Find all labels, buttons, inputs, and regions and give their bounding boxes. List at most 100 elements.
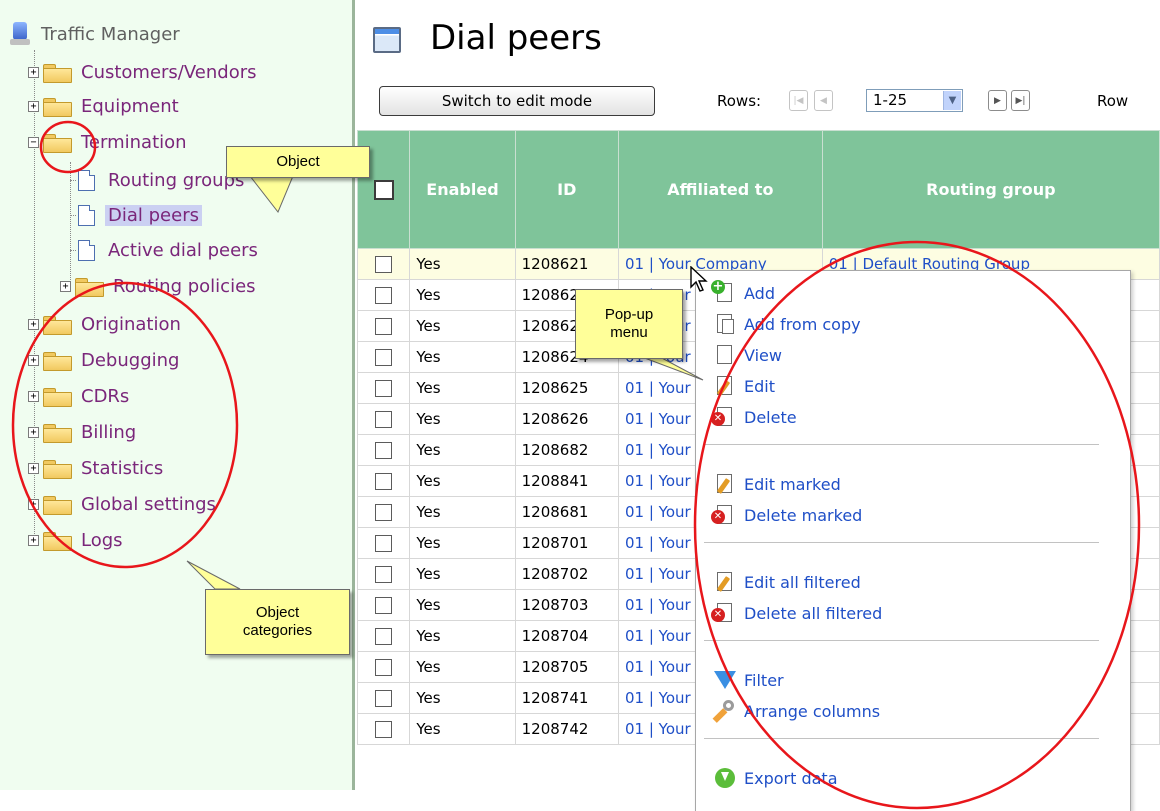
enabled-cell: Yes	[409, 465, 516, 497]
tree-item-debugging[interactable]: + Debugging	[28, 346, 182, 374]
mouse-cursor-icon	[690, 266, 708, 292]
row-checkbox[interactable]	[375, 690, 393, 707]
enabled-cell: Yes	[409, 310, 516, 342]
tree-item-active-dial-peers[interactable]: Active dial peers	[70, 236, 261, 264]
first-page-icon[interactable]: |◀	[789, 90, 808, 111]
row-checkbox[interactable]	[375, 535, 393, 552]
row-checkbox[interactable]	[375, 287, 393, 304]
filter-icon	[714, 671, 736, 689]
folder-icon	[42, 458, 72, 479]
menu-separator	[704, 738, 1099, 739]
rows-range-value: 1-25	[873, 91, 908, 109]
chevron-down-icon[interactable]: ▼	[943, 91, 961, 110]
tree-item-global-settings[interactable]: + Global settings	[28, 490, 219, 518]
tree-item-billing[interactable]: + Billing	[28, 418, 139, 446]
row-checkbox[interactable]	[375, 628, 393, 645]
row-checkbox-cell	[356, 558, 411, 590]
row-checkbox[interactable]	[375, 659, 393, 676]
tree-item-statistics[interactable]: + Statistics	[28, 454, 166, 482]
expand-icon[interactable]: +	[28, 354, 39, 366]
enabled-cell: Yes	[409, 651, 516, 683]
rows-label: Rows:	[717, 92, 762, 110]
column-header[interactable]: Routing group	[821, 130, 1160, 249]
menu-separator	[704, 640, 1099, 641]
menu-item-add-from-copy[interactable]: Add from copy	[714, 310, 861, 338]
switch-edit-mode-button[interactable]: Switch to edit mode	[379, 86, 655, 116]
collapse-icon[interactable]: −	[28, 136, 39, 148]
rows-range-select[interactable]: 1-25 ▼	[866, 89, 963, 112]
menu-item-delete-marked[interactable]: Delete marked	[711, 501, 863, 529]
row-checkbox[interactable]	[375, 597, 393, 614]
expand-icon[interactable]: +	[28, 462, 39, 474]
previous-page-icon[interactable]: ◀	[814, 90, 833, 111]
menu-item-delete-all-filtered[interactable]: Delete all filtered	[711, 599, 882, 627]
tree-item-cdrs[interactable]: + CDRs	[28, 382, 132, 410]
page-icon	[78, 239, 95, 261]
expand-icon[interactable]: +	[28, 534, 39, 546]
tree-root-traffic-manager[interactable]: Traffic Manager	[10, 20, 183, 48]
row-checkbox-cell	[356, 434, 411, 466]
id-cell: 1208705	[514, 651, 619, 683]
menu-item-export-data[interactable]: Export data	[714, 764, 838, 792]
row-checkbox[interactable]	[375, 566, 393, 583]
id-cell: 1208704	[514, 620, 619, 652]
tree-item-label: Global settings	[81, 493, 216, 515]
add-icon	[711, 280, 736, 304]
expand-icon[interactable]: +	[28, 66, 39, 78]
tree-item-label: Customers/Vendors	[81, 61, 257, 83]
tree-item-logs[interactable]: + Logs	[28, 526, 126, 554]
menu-item-edit-marked[interactable]: Edit marked	[714, 470, 841, 498]
enabled-cell: Yes	[409, 558, 516, 590]
menu-item-filter[interactable]: Filter	[714, 666, 784, 694]
tree-item-label: Billing	[81, 421, 137, 443]
tree-item-customers-vendors[interactable]: + Customers/Vendors	[28, 58, 260, 86]
last-page-icon[interactable]: ▶|	[1011, 90, 1030, 111]
tree-item-label: Dial peers	[105, 204, 202, 226]
row-checkbox[interactable]	[375, 411, 393, 428]
menu-item-edit[interactable]: Edit	[714, 372, 775, 400]
expand-icon[interactable]: +	[28, 318, 39, 330]
row-checkbox[interactable]	[375, 380, 393, 397]
export-icon	[714, 767, 736, 789]
tree-item-routing-policies[interactable]: + Routing policies	[60, 272, 259, 300]
tree-item-termination[interactable]: − Termination	[28, 128, 190, 156]
tree-item-label: Logs	[81, 529, 123, 551]
expand-icon[interactable]: +	[28, 390, 39, 402]
menu-item-label: Filter	[744, 670, 784, 690]
expand-icon[interactable]: +	[28, 426, 39, 438]
column-header[interactable]: Enabled	[409, 130, 516, 249]
row-checkbox[interactable]	[375, 473, 393, 490]
expand-icon[interactable]: +	[60, 280, 71, 292]
tree-item-origination[interactable]: + Origination	[28, 310, 184, 338]
menu-item-add[interactable]: Add	[711, 279, 775, 307]
enabled-cell: Yes	[409, 403, 516, 435]
enabled-cell: Yes	[409, 713, 516, 745]
row-checkbox[interactable]	[375, 721, 393, 738]
expand-icon[interactable]: +	[28, 100, 39, 112]
row-checkbox[interactable]	[375, 349, 393, 366]
context-menu: Add Add from copy View Edit Delete Edit marke…	[695, 270, 1131, 811]
row-checkbox[interactable]	[375, 318, 393, 335]
menu-separator	[704, 542, 1099, 543]
menu-item-view[interactable]: View	[714, 341, 782, 369]
menu-item-edit-all-filtered[interactable]: Edit all filtered	[714, 568, 861, 596]
row-checkbox-cell	[356, 279, 411, 311]
column-header[interactable]: Affiliated to	[617, 130, 823, 249]
enabled-cell: Yes	[409, 496, 516, 528]
row-checkbox[interactable]	[375, 442, 393, 459]
row-checkbox[interactable]	[375, 256, 393, 273]
view-icon	[714, 344, 736, 366]
expand-icon[interactable]: +	[28, 498, 39, 510]
row-checkbox[interactable]	[375, 504, 393, 521]
menu-item-label: Delete marked	[744, 505, 863, 525]
select-all-checkbox[interactable]	[373, 179, 394, 200]
next-page-icon[interactable]: ▶	[988, 90, 1007, 111]
menu-item-arrange-columns[interactable]: Arrange columns	[714, 697, 880, 725]
tree-item-dial-peers[interactable]: Dial peers	[70, 201, 202, 229]
menu-item-delete[interactable]: Delete	[711, 403, 797, 431]
enabled-cell: Yes	[409, 620, 516, 652]
row-checkbox-cell	[356, 372, 411, 404]
column-header[interactable]: ID	[514, 130, 619, 249]
tree-item-routing-groups[interactable]: Routing groups	[70, 166, 247, 194]
tree-item-equipment[interactable]: + Equipment	[28, 92, 182, 120]
